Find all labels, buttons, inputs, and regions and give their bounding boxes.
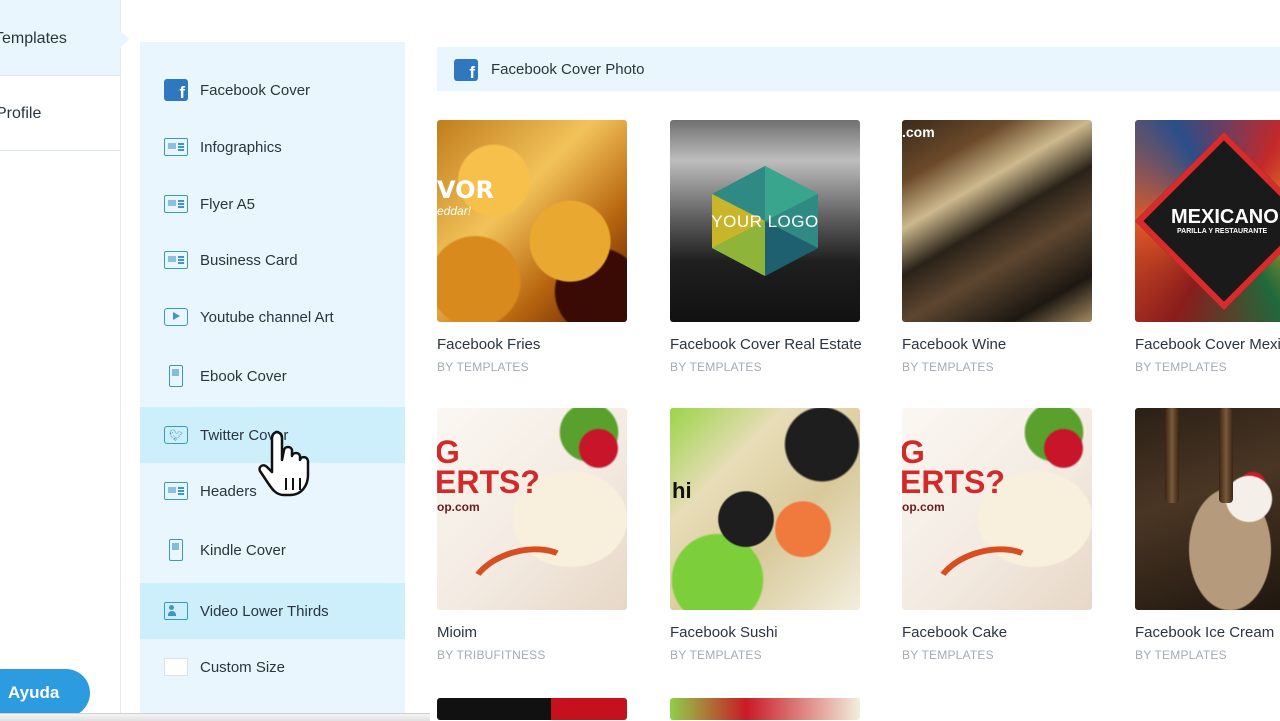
- video-lower-thirds-icon: [163, 601, 189, 621]
- custom-size-icon: [163, 657, 189, 677]
- template-card-facebook-cover-mexi[interactable]: MEXICANO PARILLA Y RESTAURANTE Facebook …: [1135, 120, 1280, 374]
- template-author: BY TEMPLATES: [437, 360, 529, 374]
- category-item-facebook-cover[interactable]: f Facebook Cover: [140, 62, 405, 118]
- template-thumbnail[interactable]: MEXICANO PARILLA Y RESTAURANTE: [1135, 120, 1280, 322]
- category-item-video-lower-thirds[interactable]: Video Lower Thirds: [140, 583, 405, 639]
- thumbnail-text: PARILLA Y RESTAURANTE: [1177, 228, 1268, 235]
- category-label: Youtube channel Art: [200, 308, 334, 326]
- template-title[interactable]: Facebook Ice Cream: [1135, 624, 1274, 641]
- category-item-custom-size[interactable]: Custom Size: [140, 639, 405, 695]
- thumbnail-text: eddar!: [437, 204, 472, 218]
- template-card-facebook-cake[interactable]: G ERTS? op.com Facebook Cake BY TEMPLATE…: [902, 408, 1092, 662]
- template-thumbnail[interactable]: G ERTS? op.com: [902, 408, 1092, 610]
- template-title[interactable]: Facebook Sushi: [670, 624, 778, 641]
- sauce-drizzle: [924, 534, 1052, 610]
- template-card-facebook-ice-cream[interactable]: Facebook Ice Cream BY TEMPLATES: [1135, 408, 1280, 662]
- template-author: BY TEMPLATES: [1135, 648, 1227, 662]
- template-title[interactable]: Facebook Fries: [437, 336, 540, 353]
- section-header: f Facebook Cover Photo: [437, 47, 1280, 91]
- category-label: Infographics: [200, 138, 282, 156]
- template-title[interactable]: Facebook Cake: [902, 624, 1007, 641]
- category-label: Facebook Cover: [200, 81, 311, 99]
- nav-item-templates[interactable]: Templates: [0, 0, 129, 76]
- thumbnail-text: VOR: [437, 176, 495, 204]
- template-card-facebook-sushi[interactable]: hi Facebook Sushi BY TEMPLATES: [670, 408, 860, 662]
- template-card-facebook-wine[interactable]: .com Facebook Wine BY TEMPLATES: [902, 120, 1092, 374]
- thumbnail-text: ERTS?: [902, 464, 1005, 500]
- facebook-icon: f: [163, 79, 189, 101]
- template-author: BY TEMPLATES: [1135, 360, 1227, 374]
- category-label: Flyer A5: [200, 195, 256, 213]
- thumbnail-text: op.com: [437, 500, 480, 514]
- template-title[interactable]: Facebook Wine: [902, 336, 1006, 353]
- hand-cursor-icon: [258, 430, 310, 497]
- nav-item-profile[interactable]: Profile: [0, 77, 120, 151]
- template-thumbnail[interactable]: [437, 698, 627, 720]
- template-card-mioim[interactable]: G ERTS? op.com Mioim BY TRIBUFITNESS: [437, 408, 627, 662]
- category-label: Headers: [200, 482, 257, 500]
- category-item-kindle-cover[interactable]: Kindle Cover: [140, 522, 405, 578]
- category-label: Custom Size: [200, 658, 286, 676]
- kindle-icon: [163, 539, 189, 561]
- thumbnail-text: YOUR LOGO: [711, 212, 819, 231]
- template-thumbnail[interactable]: G ERTS? op.com: [437, 408, 627, 610]
- category-label: Kindle Cover: [200, 541, 286, 559]
- category-item-youtube-channel-art[interactable]: Youtube channel Art: [140, 289, 405, 345]
- category-panel: f Facebook Cover Infographics Flyer A5 B…: [140, 42, 405, 720]
- twitter-icon: 🐦︎: [163, 425, 189, 445]
- left-nav: Templates Profile: [0, 0, 129, 720]
- ebook-icon: [163, 365, 189, 387]
- template-title[interactable]: Mioim: [437, 624, 477, 641]
- category-label: Business Card: [200, 251, 298, 269]
- template-author: BY TRIBUFITNESS: [437, 648, 546, 662]
- template-author: BY TEMPLATES: [902, 360, 994, 374]
- template-card-facebook-cover-real-estate[interactable]: YOUR LOGO Facebook Cover Real Estate BY …: [670, 120, 862, 374]
- help-button[interactable]: Ayuda: [0, 669, 90, 717]
- template-author: BY TEMPLATES: [902, 648, 994, 662]
- category-item-business-card[interactable]: Business Card: [140, 232, 405, 288]
- category-item-infographics[interactable]: Infographics: [140, 119, 405, 175]
- nav-item-label: Templates: [0, 30, 67, 47]
- thumbnail-text: .com: [902, 124, 935, 140]
- template-thumbnail[interactable]: VOR eddar!: [437, 120, 627, 322]
- thumbnail-text: hi: [672, 478, 692, 503]
- template-author: BY TEMPLATES: [670, 648, 762, 662]
- business-card-icon: [163, 250, 189, 270]
- template-thumbnail[interactable]: [670, 698, 860, 720]
- header-icon: [163, 481, 189, 501]
- nav-item-label: Profile: [0, 105, 42, 122]
- template-title[interactable]: Facebook Cover Mexi: [1135, 336, 1280, 353]
- template-title[interactable]: Facebook Cover Real Estate: [670, 336, 862, 353]
- thumbnail-text: ERTS?: [437, 464, 540, 500]
- category-label: Ebook Cover: [200, 367, 287, 385]
- category-item-ebook-cover[interactable]: Ebook Cover: [140, 348, 405, 404]
- thumbnail-text: MEXICANO: [1171, 206, 1279, 228]
- template-thumbnail[interactable]: hi: [670, 408, 860, 610]
- infographic-icon: [163, 137, 189, 157]
- flyer-icon: [163, 194, 189, 214]
- category-item-flyer-a5[interactable]: Flyer A5: [140, 176, 405, 232]
- template-thumbnail[interactable]: .com: [902, 120, 1092, 322]
- thumbnail-text: op.com: [902, 500, 945, 514]
- youtube-icon: [163, 307, 189, 327]
- template-card-partial[interactable]: [670, 698, 860, 720]
- template-thumbnail[interactable]: YOUR LOGO: [670, 120, 860, 322]
- template-author: BY TEMPLATES: [670, 360, 762, 374]
- wafer-straw: [1165, 408, 1179, 503]
- template-thumbnail[interactable]: [1135, 408, 1280, 610]
- wafer-straw: [1219, 408, 1233, 503]
- template-card-partial[interactable]: [437, 698, 627, 720]
- sauce-drizzle: [459, 534, 587, 610]
- section-title: Facebook Cover Photo: [491, 61, 645, 78]
- category-label: Video Lower Thirds: [200, 602, 329, 620]
- facebook-icon: f: [454, 59, 478, 81]
- template-card-facebook-fries[interactable]: VOR eddar! Facebook Fries BY TEMPLATES: [437, 120, 627, 374]
